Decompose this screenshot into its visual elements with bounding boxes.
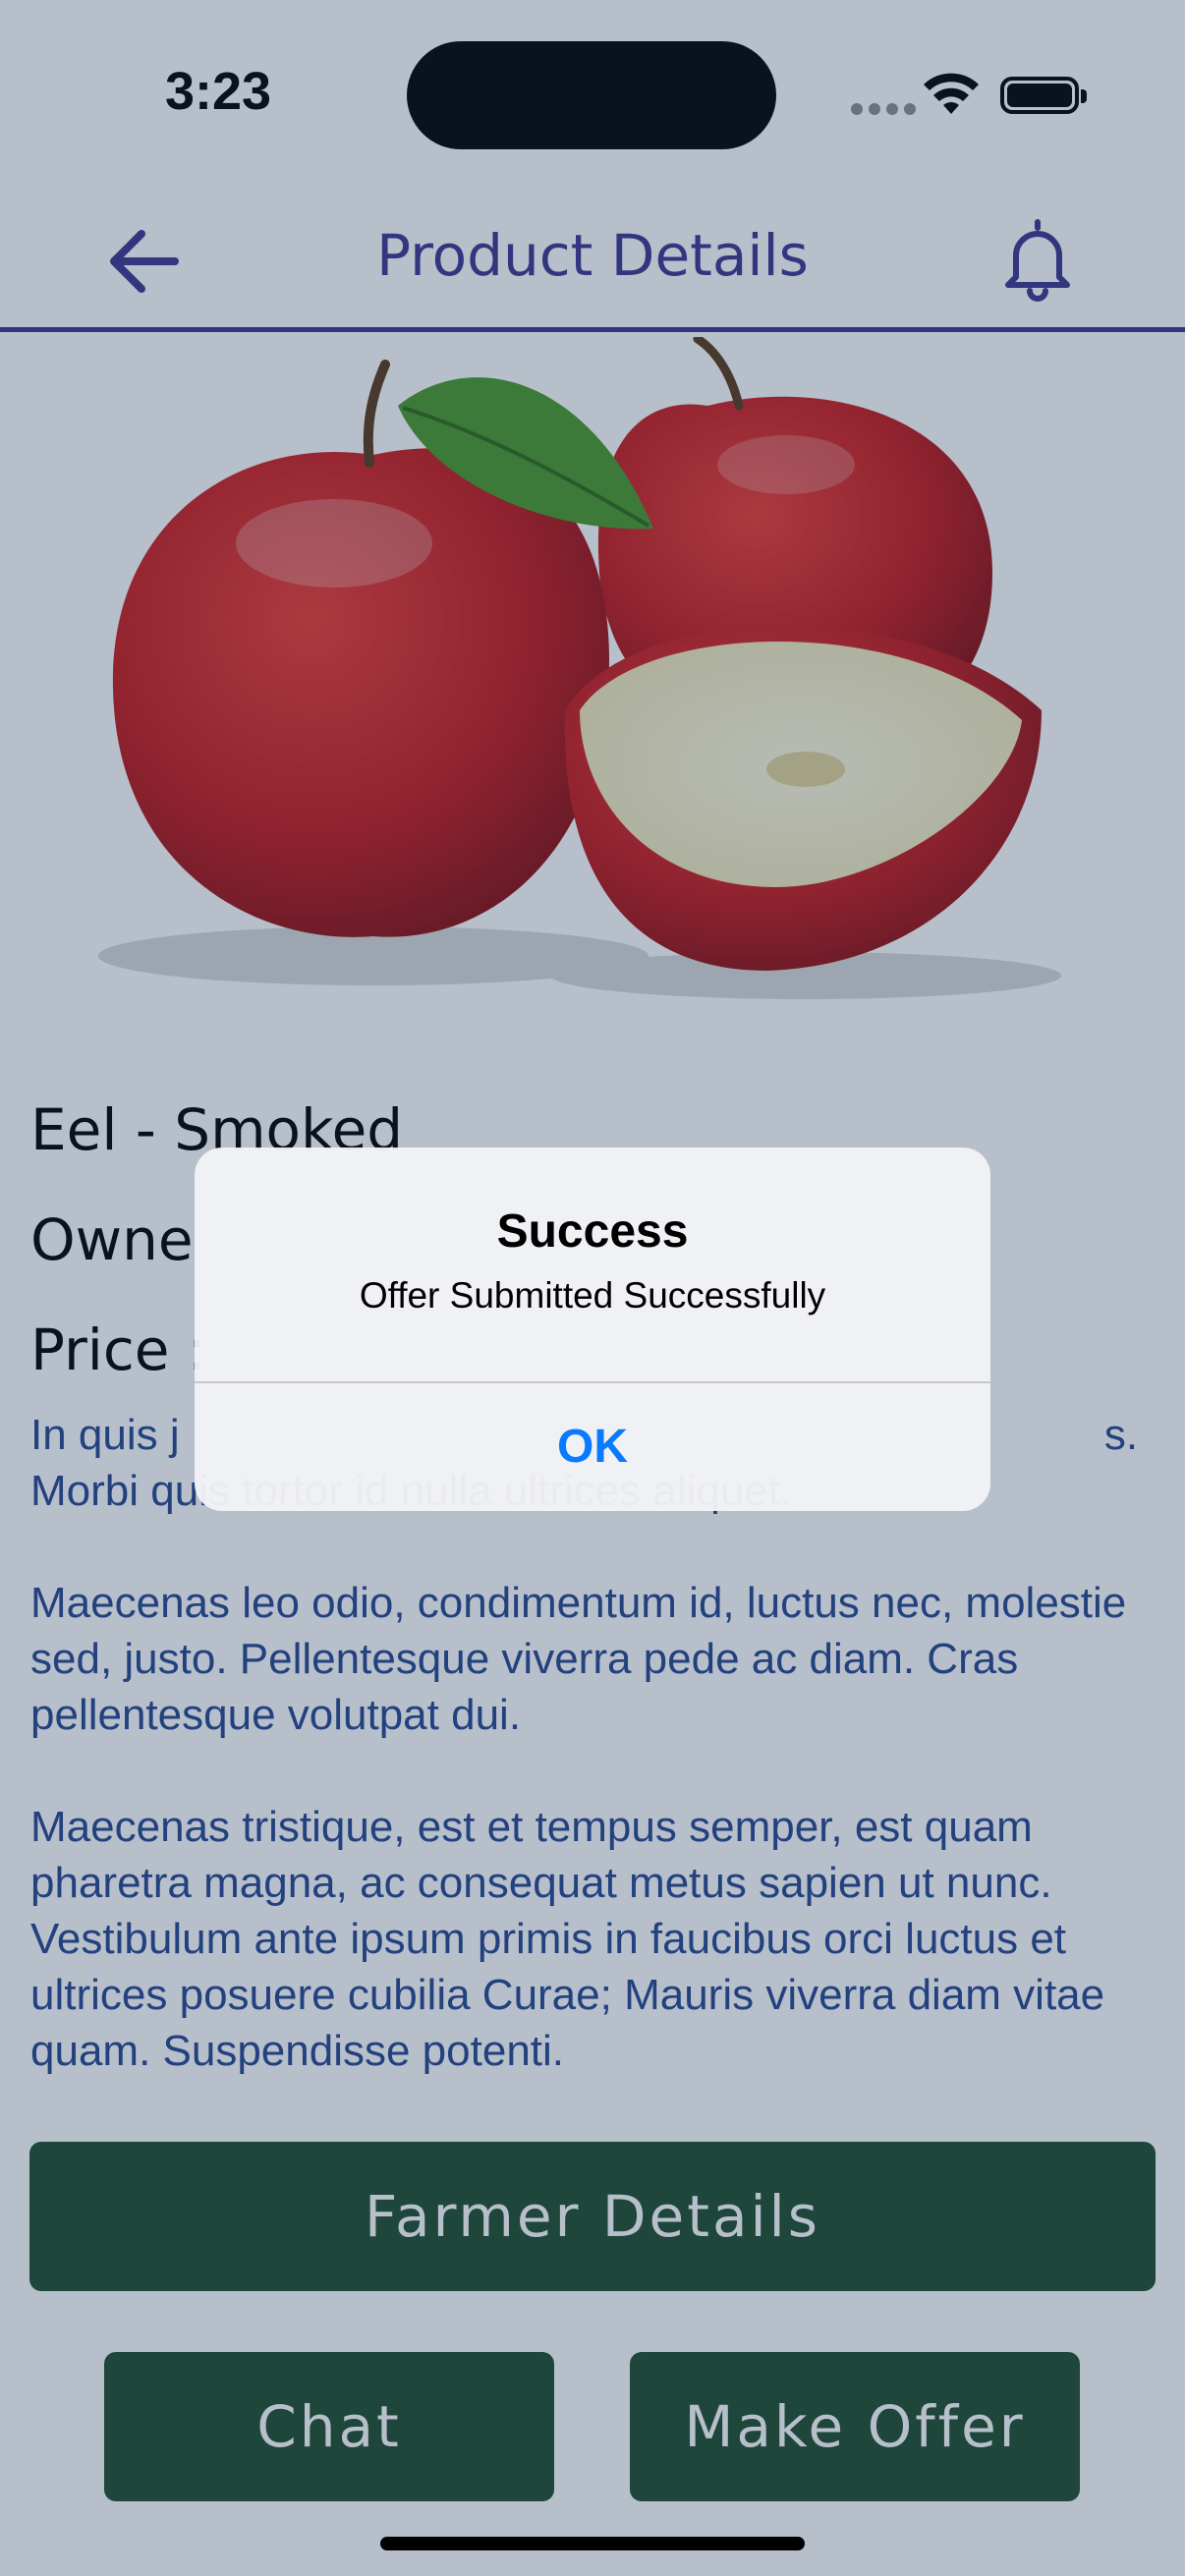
success-alert: Success Offer Submitted Successfully OK	[195, 1148, 990, 1511]
alert-message: Offer Submitted Successfully	[359, 1275, 826, 1316]
home-indicator[interactable]	[380, 2537, 805, 2550]
product-details-screen: 3:23 Product Details Eel - Smoked Owne P…	[0, 0, 1185, 2576]
ok-button[interactable]: OK	[195, 1383, 990, 1511]
alert-title: Success	[496, 1205, 689, 1258]
